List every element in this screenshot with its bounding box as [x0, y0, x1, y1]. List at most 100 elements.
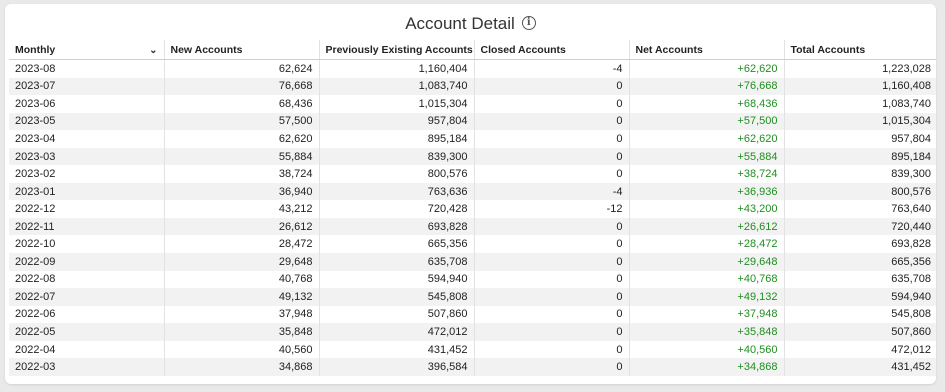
- closed-accounts-cell: 0: [474, 235, 630, 254]
- net-accounts-cell: +57,500: [629, 112, 785, 131]
- total-accounts-cell: 693,828: [891, 238, 931, 251]
- new-accounts-cell: 43,212: [164, 200, 320, 218]
- total-accounts-cell: 895,184: [784, 147, 936, 166]
- previously-existing-cell: 800,576: [319, 165, 475, 183]
- previously-existing-cell: 895,184: [319, 130, 475, 148]
- column-header-label: Monthly: [15, 43, 56, 56]
- title-row: Account Detail i: [5, 14, 936, 38]
- month-cell: 2023-07: [9, 77, 165, 96]
- previously-existing-cell: 545,808: [319, 288, 475, 306]
- month-cell: 2023-05: [9, 112, 165, 131]
- table-row[interactable]: 2023-07 76,668 1,083,740 0 +76,668 1,160,408: [9, 77, 936, 96]
- previously-existing-cell: 594,940: [319, 270, 475, 289]
- previously-existing-cell: 1,160,404: [319, 59, 475, 78]
- table-row[interactable]: 2023-02 38,724 800,576 0 +38,724 839,300: [9, 165, 936, 183]
- closed-accounts-cell: 0: [474, 165, 630, 183]
- net-accounts-cell: +38,724: [629, 165, 785, 183]
- closed-accounts-cell: -4: [474, 59, 630, 78]
- column-header-closed-accounts[interactable]: Closed Accounts: [474, 40, 630, 60]
- previously-existing-cell: 1,015,304: [319, 95, 475, 113]
- net-accounts-cell: +26,612: [629, 217, 785, 236]
- month-cell: 2023-03: [9, 147, 165, 166]
- month-cell: 2023-04: [9, 130, 165, 148]
- table-row[interactable]: 2022-04 40,560 431,452 0 +40,560 472,012: [9, 340, 936, 359]
- closed-accounts-cell: 0: [474, 77, 630, 96]
- account-detail-table: Monthly ⌄ New Accounts Previously Existin…: [9, 40, 936, 376]
- previously-existing-cell: 693,828: [319, 217, 475, 236]
- new-accounts-cell: 55,884: [164, 147, 320, 166]
- table-row[interactable]: 2023-06 68,436 1,015,304 0 +68,436 1,083,740: [9, 95, 936, 113]
- net-accounts-cell: +55,884: [629, 147, 785, 166]
- closed-accounts-cell: 0: [474, 147, 630, 166]
- new-accounts-cell: 62,624: [164, 59, 320, 78]
- net-accounts-cell: +68,436: [629, 95, 785, 113]
- table-row[interactable]: 2022-03 34,868 396,584 0 +34,868 431,452: [9, 358, 936, 376]
- closed-accounts-cell: 0: [474, 253, 630, 271]
- net-accounts-cell: +62,620: [629, 130, 785, 148]
- table-row[interactable]: 2023-03 55,884 839,300 0 +55,884 895,184: [9, 147, 936, 166]
- info-icon[interactable]: i: [521, 16, 536, 30]
- new-accounts-cell: 76,668: [164, 77, 320, 96]
- table-row[interactable]: 2022-10 28,472 665,356 0 +28,472 693,828: [9, 235, 936, 254]
- table-row[interactable]: 2022-06 37,948 507,860 0 +37,948 545,808: [9, 305, 936, 324]
- table-row[interactable]: 2023-01 36,940 763,636 -4 +36,936 800,576: [9, 182, 936, 201]
- column-header-total-accounts[interactable]: Total Accounts: [784, 40, 936, 60]
- net-accounts-cell: +37,948: [629, 305, 785, 324]
- new-accounts-cell: 49,132: [164, 288, 320, 306]
- table-row[interactable]: 2022-07 49,132 545,808 0 +49,132 594,940: [9, 288, 936, 306]
- closed-accounts-cell: 0: [474, 112, 630, 131]
- previously-existing-cell: 472,012: [319, 323, 475, 341]
- total-accounts-cell: 763,640: [891, 203, 931, 216]
- table-row[interactable]: 2022-05 35,848 472,012 0 +35,848 507,860: [9, 323, 936, 341]
- net-accounts-cell: +29,648: [629, 253, 785, 271]
- month-cell: 2022-06: [9, 305, 165, 324]
- month-cell: 2023-06: [9, 95, 165, 113]
- closed-accounts-cell: 0: [474, 217, 630, 236]
- chevron-down-icon[interactable]: ⌄: [149, 45, 157, 56]
- month-cell: 2023-08: [9, 59, 165, 78]
- previously-existing-cell: 957,804: [319, 112, 475, 131]
- total-accounts-cell: 665,356: [784, 253, 936, 271]
- table-row[interactable]: 2023-08 62,624 1,160,404 -4 +62,620 1,223,028: [9, 59, 936, 78]
- new-accounts-cell: 40,560: [164, 340, 320, 359]
- column-header-net-accounts[interactable]: Net Accounts: [629, 40, 785, 60]
- new-accounts-cell: 37,948: [164, 305, 320, 324]
- new-accounts-cell: 36,940: [164, 182, 320, 201]
- month-cell: 2023-02: [9, 165, 165, 183]
- closed-accounts-cell: 0: [474, 95, 630, 113]
- column-header-previously-existing-accounts[interactable]: Previously Existing Accounts: [319, 40, 475, 60]
- net-accounts-cell: +40,768: [629, 270, 785, 289]
- previously-existing-cell: 635,708: [319, 253, 475, 271]
- previously-existing-cell: 1,083,740: [319, 77, 475, 96]
- closed-accounts-cell: 0: [474, 130, 630, 148]
- month-cell: 2022-12: [9, 200, 165, 218]
- new-accounts-cell: 34,868: [164, 358, 320, 376]
- table-row[interactable]: 2022-09 29,648 635,708 0 +29,648 665,356: [9, 253, 936, 271]
- new-accounts-cell: 35,848: [164, 323, 320, 341]
- total-accounts-cell: 1,223,028: [882, 62, 931, 75]
- closed-accounts-cell: 0: [474, 270, 630, 289]
- net-accounts-cell: +40,560: [629, 340, 785, 359]
- table-row[interactable]: 2022-08 40,768 594,940 0 +40,768 635,708: [9, 270, 936, 289]
- table-row[interactable]: 2023-05 57,500 957,804 0 +57,500 1,015,304: [9, 112, 936, 131]
- table-row[interactable]: 2023-04 62,620 895,184 0 +62,620 957,804: [9, 130, 936, 148]
- previously-existing-cell: 839,300: [319, 147, 475, 166]
- new-accounts-cell: 38,724: [164, 165, 320, 183]
- table-row[interactable]: 2022-11 26,612 693,828 0 +26,612 720,440: [9, 217, 936, 236]
- page-title: Account Detail: [405, 14, 515, 33]
- total-accounts-cell: 431,452: [784, 358, 936, 376]
- net-accounts-cell: +49,132: [629, 288, 785, 306]
- closed-accounts-cell: -12: [474, 200, 630, 218]
- table-row[interactable]: 2022-12 43,212 720,428 -12 +43,200 763,640: [9, 200, 936, 218]
- total-accounts-cell: 507,860: [784, 323, 936, 341]
- closed-accounts-cell: 0: [474, 288, 630, 306]
- account-detail-card: Account Detail i Monthly ⌄ New Accounts Pr…: [5, 4, 936, 384]
- total-accounts-cell: 1,160,408: [784, 77, 936, 96]
- column-header-monthly[interactable]: Monthly ⌄: [9, 40, 165, 60]
- previously-existing-cell: 431,452: [319, 340, 475, 359]
- column-header-new-accounts[interactable]: New Accounts: [164, 40, 320, 60]
- total-accounts-cell: 1,083,740: [882, 97, 931, 110]
- table-body: 2023-08 62,624 1,160,404 -4 +62,620 1,223,028…: [9, 59, 936, 376]
- new-accounts-cell: 26,612: [164, 217, 320, 236]
- total-accounts-cell: 720,440: [784, 217, 936, 236]
